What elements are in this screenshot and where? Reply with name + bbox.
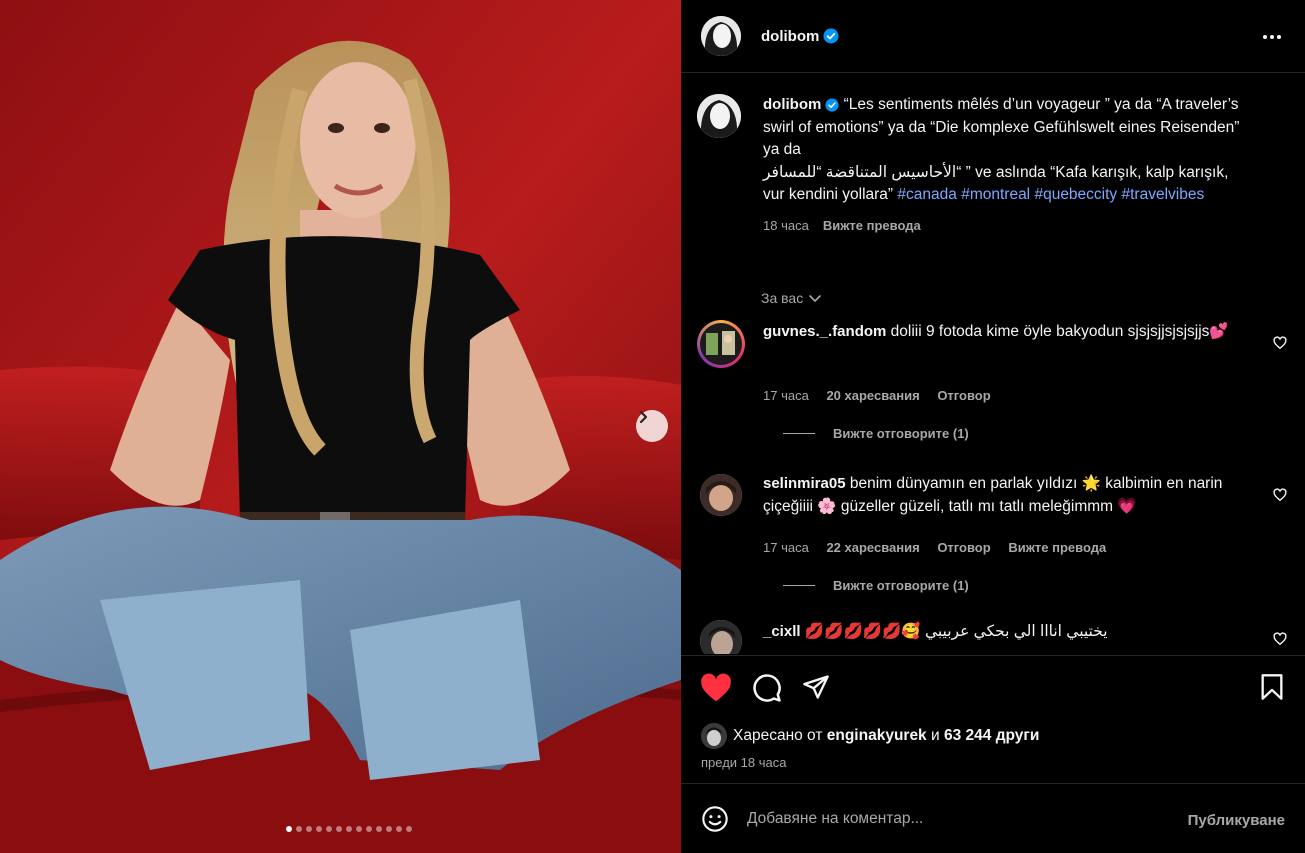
view-replies-label: Вижте отговорите (1) [833,426,969,441]
carousel-dot [345,826,352,832]
chevron-down-icon [809,295,822,302]
comments-sort-label: За вас [761,290,804,306]
post-header: dolibom [681,0,1305,73]
avatar-image [700,323,742,365]
comment-time[interactable]: 17 часа [763,388,809,403]
like-comment-heart-icon[interactable] [1273,488,1287,502]
comment-time[interactable]: 17 часа [763,540,809,555]
comment-likes-count[interactable]: 20 харесвания [826,388,919,403]
comment-body: _cixll 💋💋💋💋💋🥰 يختيبي انااا الي بحكي عربي… [763,620,1243,643]
carousel-dot [305,826,312,832]
carousel-dot [405,826,412,832]
comment-input[interactable] [747,809,1147,828]
caption-meta: 18 часа Вижте превода [763,215,1243,238]
liker-avatar[interactable] [701,723,727,749]
comment-body: selinmira05 benim dünyamın en parlak yıl… [763,472,1243,518]
caption-time[interactable]: 18 часа [763,218,809,233]
carousel-next-button[interactable] [636,410,668,442]
post-date[interactable]: преди 18 часа [701,755,786,770]
caption-username[interactable]: dolibom [763,96,821,113]
carousel-dot [375,826,382,832]
likes-others-count[interactable]: 63 244 други [944,727,1039,745]
carousel-dot [285,826,292,832]
likes-prefix: Харесано от [733,727,823,744]
carousel-dots [0,826,681,832]
verified-badge-icon [825,98,839,112]
comment-item: _cixll 💋💋💋💋💋🥰 يختيبي انااا الي بحكي عربي… [697,620,1287,654]
carousel-dot [335,826,342,832]
reply-button[interactable]: Отговор [937,388,990,403]
comment-text: doliii 9 fotoda kime öyle bakyodun sjsjs… [890,323,1229,340]
carousel-dot [355,826,362,832]
author-username[interactable]: dolibom [761,28,819,45]
avatar-image [697,94,741,138]
carousel-dot [385,826,392,832]
more-horizontal-icon [1263,35,1281,39]
save-bookmark-icon[interactable] [1259,673,1285,701]
replies-divider [783,433,815,434]
reply-button[interactable]: Отговор [937,540,990,555]
avatar-image [701,723,727,749]
commenter-avatar[interactable] [700,620,742,654]
carousel-dot [325,826,332,832]
chevron-right-icon [639,410,648,424]
comments-list[interactable]: dolibom “Les sentiments mêlés d’un voyag… [681,74,1305,654]
replies-divider [783,585,815,586]
commenter-avatar[interactable] [700,474,742,516]
comment-body: guvnes._.fandom doliii 9 fotoda kime öyl… [763,320,1243,343]
like-comment-heart-icon[interactable] [1273,336,1287,350]
comment-item: selinmira05 benim dünyamın en parlak yıl… [697,472,1287,602]
hashtag-link[interactable]: #canada [897,186,956,203]
comment-meta: 17 часа 22 харесвания Отговор Вижте прев… [763,540,1106,555]
carousel-dot [395,826,402,832]
see-translation-link[interactable]: Вижте превода [823,218,921,233]
publish-comment-button[interactable]: Публикуване [1188,812,1285,829]
view-replies-button[interactable]: Вижте отговорите (1) [783,426,969,441]
commenter-avatar[interactable] [697,320,745,368]
comment-text: 💋💋💋💋💋🥰 يختيبي انااا الي بحكي عربيبي [804,623,1108,640]
avatar-image [700,474,742,516]
caption-text: dolibom “Les sentiments mêlés d’un voyag… [763,94,1243,207]
comment-item: guvnes._.fandom doliii 9 fotoda kime öyl… [697,320,1287,450]
avatar-image [700,620,742,654]
post-image [0,0,681,853]
commenter-username[interactable]: guvnes._.fandom [763,323,886,340]
likes-and: и [931,727,940,744]
caption-body: dolibom “Les sentiments mêlés d’un voyag… [763,94,1243,237]
hashtag-link[interactable]: #montreal [961,186,1030,203]
author-avatar[interactable] [701,16,741,56]
commenter-username[interactable]: selinmira05 [763,475,846,492]
comment-meta: 17 часа 20 харесвания Отговор [763,388,991,403]
view-replies-button[interactable]: Вижте отговорите (1) [783,578,969,593]
comments-sort-dropdown[interactable]: За вас [761,290,823,306]
like-comment-heart-icon[interactable] [1273,632,1287,646]
see-translation-link[interactable]: Вижте превода [1008,540,1106,555]
liker-username[interactable]: enginakyurek [827,727,927,745]
caption-text-arabic: “الأحاسيس المتناقضة “للمسافر [763,163,962,181]
hashtag-link[interactable]: #travelvibes [1122,186,1205,203]
likes-summary: Харесано от enginakyurek и 63 244 други [701,723,1039,749]
post-photo[interactable] [0,0,681,853]
post-side-panel: dolibom dolibom “Les sentiments mêlés d’… [681,0,1305,853]
avatar-image [701,16,741,56]
emoji-icon[interactable] [701,805,729,833]
carousel-dot [295,826,302,832]
commenter-username[interactable]: _cixll [763,623,801,640]
view-replies-label: Вижте отговорите (1) [833,578,969,593]
share-send-icon[interactable] [802,673,830,701]
carousel-dot [315,826,322,832]
post-actions: Харесано от enginakyurek и 63 244 други … [681,655,1305,783]
liked-heart-icon[interactable] [700,673,732,703]
hashtag-link[interactable]: #quebeccity [1034,186,1117,203]
comment-likes-count[interactable]: 22 харесвания [826,540,919,555]
more-options-button[interactable] [1261,26,1283,53]
add-comment-bar: Публикуване [681,783,1305,853]
verified-badge-icon [823,28,839,44]
carousel-dot [365,826,372,832]
post-caption: dolibom “Les sentiments mêlés d’un voyag… [697,94,1287,237]
caption-author-avatar[interactable] [697,94,741,138]
comment-icon[interactable] [752,673,782,703]
